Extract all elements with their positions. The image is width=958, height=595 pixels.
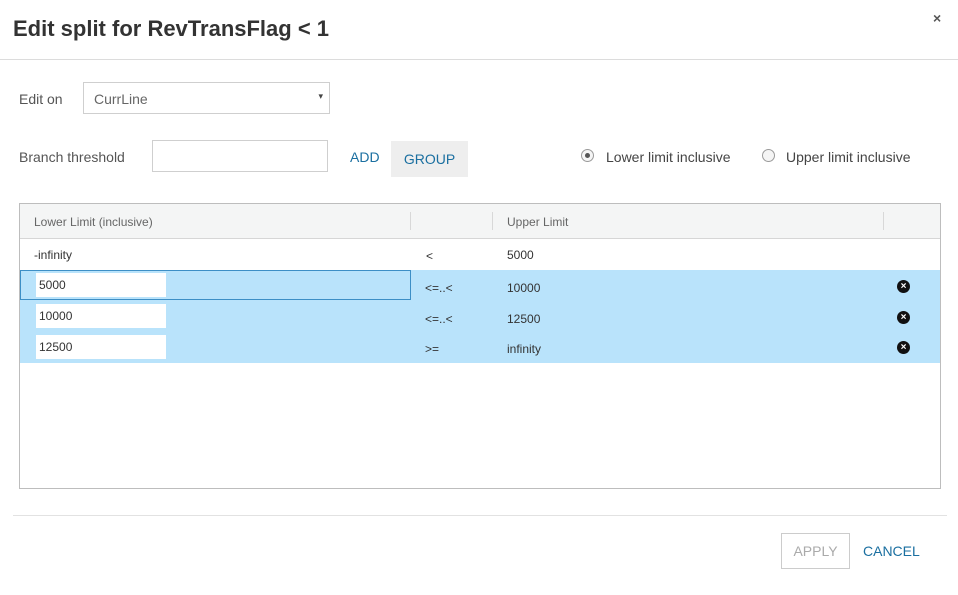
- group-button[interactable]: GROUP: [391, 141, 468, 177]
- cancel-button[interactable]: CANCEL: [863, 543, 920, 559]
- edit-on-label: Edit on: [19, 91, 63, 107]
- lower-limit-input[interactable]: [36, 335, 166, 359]
- lower-limit-cell: -infinity: [34, 248, 73, 262]
- split-grid: Lower Limit (inclusive) Upper Limit -inf…: [19, 203, 941, 489]
- upper-limit-cell: infinity: [507, 342, 542, 356]
- column-header-upper[interactable]: Upper Limit: [507, 215, 568, 229]
- grid-header: Lower Limit (inclusive) Upper Limit: [20, 204, 940, 239]
- close-icon[interactable]: ×: [933, 10, 941, 26]
- upper-limit-cell: 5000: [507, 248, 534, 262]
- operator-cell: <: [426, 249, 434, 263]
- delete-row-icon[interactable]: ×: [897, 341, 910, 354]
- branch-threshold-input[interactable]: [152, 140, 328, 172]
- dialog-title: Edit split for RevTransFlag < 1: [13, 16, 330, 41]
- edit-on-value: CurrLine: [94, 91, 148, 107]
- column-separator: [410, 212, 411, 230]
- lower-limit-input[interactable]: [36, 304, 166, 328]
- operator-cell: >=: [425, 342, 440, 356]
- column-header-lower[interactable]: Lower Limit (inclusive): [34, 215, 153, 229]
- cell-focus-outline: [20, 270, 411, 300]
- table-row[interactable]: >= infinity ×: [20, 332, 940, 363]
- table-row[interactable]: <=..< 10000 ×: [20, 270, 940, 301]
- upper-limit-cell: 12500: [507, 312, 541, 326]
- upper-inclusive-radio[interactable]: [762, 149, 775, 162]
- apply-button[interactable]: APPLY: [781, 533, 850, 569]
- operator-cell: <=..<: [425, 281, 453, 295]
- lower-inclusive-label[interactable]: Lower limit inclusive: [606, 149, 730, 165]
- column-separator: [492, 212, 493, 230]
- operator-cell: <=..<: [425, 312, 453, 326]
- table-row[interactable]: <=..< 12500 ×: [20, 301, 940, 332]
- upper-limit-cell: 10000: [507, 281, 541, 295]
- footer-divider: [13, 515, 947, 516]
- column-separator: [883, 212, 884, 230]
- table-row[interactable]: -infinity < 5000: [20, 239, 940, 270]
- lower-inclusive-radio[interactable]: [581, 149, 594, 162]
- chevron-down-icon: ▾: [318, 91, 323, 101]
- header-divider: [0, 59, 958, 60]
- branch-threshold-label: Branch threshold: [19, 149, 125, 165]
- add-button[interactable]: ADD: [350, 149, 380, 165]
- upper-inclusive-label[interactable]: Upper limit inclusive: [786, 149, 910, 165]
- delete-row-icon[interactable]: ×: [897, 280, 910, 293]
- delete-row-icon[interactable]: ×: [897, 311, 910, 324]
- edit-on-select[interactable]: CurrLine ▾: [83, 82, 330, 114]
